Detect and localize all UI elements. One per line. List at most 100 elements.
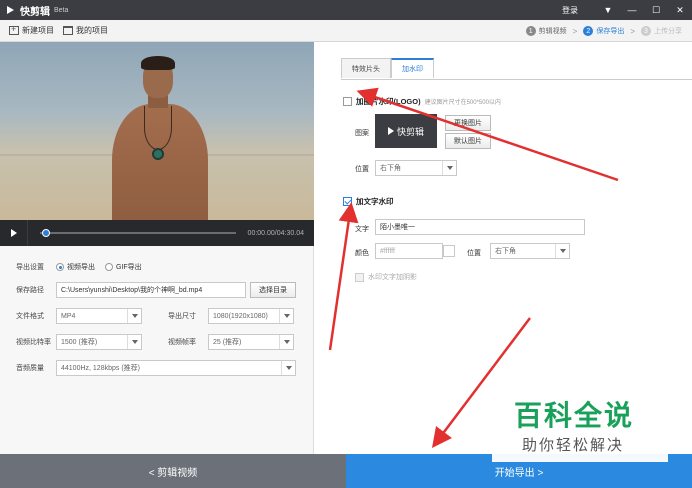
app-logo-icon xyxy=(6,5,16,15)
video-export-label[interactable]: 视频导出 xyxy=(67,262,95,272)
export-settings-panel: 导出设置 视频导出 GIF导出 保存路径 C:\Users\yunshi\Des… xyxy=(0,246,314,454)
chevron-down-icon xyxy=(127,335,141,349)
app-logo: 快剪辑 Beta xyxy=(6,3,68,18)
timecode: 00:00.00/04:30.04 xyxy=(247,229,304,237)
gif-export-label[interactable]: GIF导出 xyxy=(116,262,142,272)
framerate-value: 25 (推荐) xyxy=(213,339,242,346)
progress-track[interactable] xyxy=(40,229,236,237)
image-position-label: 位置 xyxy=(355,166,369,173)
format-label: 文件格式 xyxy=(16,313,44,320)
framerate-select[interactable]: 25 (推荐) xyxy=(208,334,294,350)
chevron-down-icon xyxy=(281,361,295,375)
step-label: 保存导出 xyxy=(596,28,625,35)
step-label: 上传分享 xyxy=(654,28,682,35)
play-icon xyxy=(10,229,17,237)
close-icon[interactable]: ✕ xyxy=(668,0,692,20)
image-watermark-label[interactable]: 加图片水印(LOGO) xyxy=(356,96,421,107)
step-edit[interactable]: 1 剪辑视频 xyxy=(525,26,567,36)
chevron-down-icon xyxy=(279,335,293,349)
chevron-right-icon: > xyxy=(572,26,578,36)
export-mode-row: 导出设置 视频导出 GIF导出 xyxy=(16,262,152,272)
maximize-icon[interactable]: ☐ xyxy=(644,0,668,20)
save-path-label: 保存路径 xyxy=(16,287,44,294)
step-export[interactable]: 2 保存导出 xyxy=(583,26,624,36)
new-project-label: 新建项目 xyxy=(22,26,54,35)
logo-preview-text: 快剪辑 xyxy=(396,126,424,137)
save-path-input[interactable]: C:\Users\yunshi\Desktop\我的个神啊_bd.mp4 xyxy=(56,282,246,298)
watermark-subtitle: 助你轻松解决 xyxy=(522,437,625,454)
step-number: 2 xyxy=(583,26,594,36)
tab-effects-intro[interactable]: 特效片头 xyxy=(341,58,391,78)
pendant-icon xyxy=(152,148,164,160)
player-controls: 00:00.00/04:30.04 xyxy=(0,220,314,246)
size-select[interactable]: 1080(1920x1080) xyxy=(208,308,294,324)
shadow-label[interactable]: 水印文字加阴影 xyxy=(368,272,417,282)
image-position-value: 右下角 xyxy=(380,165,401,172)
chevron-right-icon: > xyxy=(630,26,635,36)
video-preview[interactable] xyxy=(0,42,314,220)
site-watermark: 百科全说 助你轻松解决 xyxy=(492,382,668,462)
watermark-text-input[interactable]: 陌小墨唯一 xyxy=(375,219,585,235)
bitrate-value: 1500 (推荐) xyxy=(61,339,98,346)
step-number: 1 xyxy=(525,26,536,36)
menu-icon[interactable]: ▼ xyxy=(596,0,620,20)
play-button[interactable] xyxy=(0,220,28,246)
app-badge: Beta xyxy=(54,6,69,14)
minimize-icon[interactable]: — xyxy=(620,0,644,20)
chevron-down-icon xyxy=(127,309,141,323)
shadow-checkbox[interactable] xyxy=(355,272,364,282)
back-to-edit-button[interactable]: < 剪辑视频 xyxy=(0,454,346,488)
chevron-down-icon xyxy=(442,161,456,175)
bitrate-row: 视频比特率 1500 (推荐) 视频帧率 25 (推荐) xyxy=(16,334,294,350)
image-watermark-checkbox[interactable] xyxy=(343,97,352,106)
shadow-row: 水印文字加阴影 xyxy=(355,272,417,282)
format-row: 文件格式 MP4 导出尺寸 1080(1920x1080) xyxy=(16,308,294,324)
progress-knob[interactable] xyxy=(41,229,50,237)
choose-directory-button[interactable]: 选择目录 xyxy=(250,282,296,298)
size-label: 导出尺寸 xyxy=(168,313,196,320)
text-watermark-checkbox[interactable] xyxy=(343,197,352,206)
logo-preview: 快剪辑 xyxy=(375,114,437,148)
new-project-icon xyxy=(9,24,19,35)
format-value: MP4 xyxy=(61,312,76,320)
new-project-button[interactable]: 新建项目 xyxy=(9,24,54,36)
save-path-row: 保存路径 C:\Users\yunshi\Desktop\我的个神啊_bd.mp… xyxy=(16,282,296,298)
tab-watermark[interactable]: 加水印 xyxy=(391,58,434,78)
image-position-select[interactable]: 右下角 xyxy=(375,160,457,176)
chevron-down-icon xyxy=(555,244,569,258)
radio-gif-export[interactable] xyxy=(105,263,113,271)
bitrate-select[interactable]: 1500 (推荐) xyxy=(56,334,142,350)
audio-value: 44100Hz, 128kbps (推荐) xyxy=(61,365,140,372)
audio-label: 音频质量 xyxy=(16,365,44,372)
color-input[interactable]: #ffffff xyxy=(375,243,443,259)
folder-icon xyxy=(63,26,73,35)
change-image-button[interactable]: 更换图片 xyxy=(445,115,491,131)
color-swatch[interactable] xyxy=(443,245,455,257)
default-image-button[interactable]: 默认图片 xyxy=(445,133,491,149)
toolbar: 新建项目 我的项目 1 剪辑视频 > 2 保存导出 > 3 上传分享 xyxy=(0,20,692,42)
step-indicator: 1 剪辑视频 > 2 保存导出 > 3 上传分享 xyxy=(520,20,682,42)
watermark-title: 百科全说 xyxy=(514,400,635,431)
audio-select[interactable]: 44100Hz, 128kbps (推荐) xyxy=(56,360,296,376)
image-watermark-row: 加图片水印(LOGO) 建议图片尺寸在500*500以内 xyxy=(343,96,501,107)
step-share[interactable]: 3 上传分享 xyxy=(641,26,682,36)
my-projects-button[interactable]: 我的项目 xyxy=(63,25,108,36)
play-logo-icon xyxy=(387,127,394,135)
step-label: 剪辑视频 xyxy=(538,28,567,35)
size-value: 1080(1920x1080) xyxy=(213,312,268,320)
bitrate-label: 视频比特率 xyxy=(16,339,51,346)
format-select[interactable]: MP4 xyxy=(56,308,142,324)
login-link[interactable]: 登录 xyxy=(562,5,578,16)
export-settings-label: 导出设置 xyxy=(16,264,44,271)
title-bar: 快剪辑 Beta 登录 ▼ — ☐ ✕ xyxy=(0,0,692,20)
pattern-label: 图案 xyxy=(355,130,369,137)
radio-video-export[interactable] xyxy=(56,263,64,271)
text-position-label: 位置 xyxy=(467,250,481,257)
color-label: 颜色 xyxy=(355,250,369,257)
text-watermark-row: 加文字水印 xyxy=(343,196,394,207)
text-label: 文字 xyxy=(355,226,369,233)
text-position-select[interactable]: 右下角 xyxy=(490,243,570,259)
text-watermark-label[interactable]: 加文字水印 xyxy=(356,196,394,207)
app-title: 快剪辑 xyxy=(20,6,50,18)
step-number: 3 xyxy=(641,26,651,36)
